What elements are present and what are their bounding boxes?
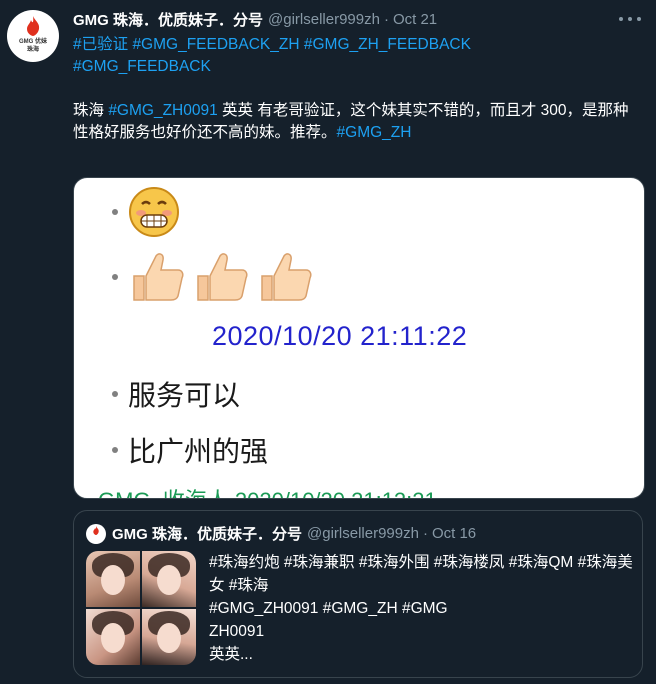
grinning-face-icon — [129, 187, 179, 237]
separator-dot: · — [383, 10, 389, 28]
separator-dot: · — [422, 525, 428, 542]
chat-timestamp: 2020/10/20 21:11:22 — [212, 321, 468, 351]
media-row-smiley — [112, 186, 180, 238]
quote-author-name: GMG 珠海．优质妹子．分号 — [112, 526, 302, 543]
quote-photo — [86, 609, 140, 665]
quote-text-line: 英英... — [209, 646, 253, 663]
hashtag-link[interactable]: #GMG_ZH_FEEDBACK — [304, 36, 471, 53]
tweet-date[interactable]: Oct 21 — [393, 11, 437, 28]
quote-media-grid — [86, 551, 196, 665]
quote-author-avatar — [86, 523, 106, 544]
body-prefix: 珠海 — [73, 102, 109, 119]
chat-cut-line: GMG_收海人 2020/10/20 21:12:21 — [98, 483, 437, 498]
thumbs-up-icon — [261, 253, 312, 301]
quote-header: GMG 珠海．优质妹子．分号 @girlseller999zh · Oct 16 — [86, 523, 476, 544]
thumbs-up-icon — [197, 253, 248, 301]
bullet-dot — [112, 274, 118, 280]
chat-line-service: 服务可以 — [128, 379, 241, 412]
hashtag-link[interactable]: #GMG_FEEDBACK — [73, 58, 211, 75]
author-name[interactable]: GMG 珠海．优质妹子．分号 — [73, 9, 263, 30]
flame-logo-icon — [93, 525, 99, 535]
tweet-text: #已验证 #GMG_FEEDBACK_ZH #GMG_ZH_FEEDBACK #… — [73, 34, 638, 144]
media-row-compare: 比广州的强 — [112, 430, 268, 470]
quote-date: Oct 16 — [431, 525, 477, 542]
bullet-dot — [112, 391, 118, 397]
hashtag-line-1: #已验证 #GMG_FEEDBACK_ZH #GMG_ZH_FEEDBACK — [73, 34, 638, 56]
avatar-logo-subtext: 珠海 — [26, 47, 39, 53]
avatar-logo-text: GMG 优妹 — [19, 39, 47, 45]
media-row-thumbs — [112, 248, 320, 306]
bullet-dot — [112, 447, 118, 453]
more-options-icon[interactable] — [619, 14, 641, 24]
quote-text-line: #GMG_ZH0091 #GMG_ZH #GMG — [209, 600, 448, 617]
tweet-header: GMG 珠海．优质妹子．分号 @girlseller999zh · Oct 21 — [73, 8, 437, 30]
quote-author-handle: @girlseller999zh — [307, 525, 419, 542]
quote-text: #珠海约炮 #珠海兼职 #珠海外围 #珠海楼凤 #珠海QM #珠海美女 #珠海 … — [209, 551, 634, 666]
tweet-body: 珠海 #GMG_ZH0091 英英 有老哥验证，这个妹其实不错的，而且才 300… — [73, 100, 638, 144]
flame-logo-icon — [27, 16, 40, 36]
quote-text-line: #珠海约炮 #珠海兼职 #珠海外围 #珠海楼凤 #珠海QM #珠海美女 #珠海 — [209, 554, 633, 594]
quote-text-line: ZH0091 — [209, 623, 265, 640]
quote-photo — [142, 551, 196, 607]
thumbs-up-icon — [133, 253, 184, 301]
chat-line-compare: 比广州的强 — [128, 435, 269, 468]
hashtag-line-2: #GMG_FEEDBACK — [73, 56, 638, 78]
author-avatar[interactable]: GMG 优妹 珠海 — [7, 10, 59, 62]
hashtag-link[interactable]: #GMG_ZH0091 — [108, 102, 217, 119]
quoted-tweet[interactable]: GMG 珠海．优质妹子．分号 @girlseller999zh · Oct 16… — [73, 510, 643, 678]
quote-photo — [86, 551, 140, 607]
tweet-media-image[interactable]: 2020/10/20 21:11:22 服务可以 比广州的强 GMG_收海人 2… — [73, 177, 645, 499]
media-row-service: 服务可以 — [112, 374, 240, 414]
bullet-dot — [112, 209, 118, 215]
author-handle[interactable]: @girlseller999zh — [268, 11, 380, 28]
hashtag-link[interactable]: #GMG_FEEDBACK_ZH — [132, 36, 299, 53]
hashtag-link[interactable]: #GMG_ZH — [337, 124, 412, 141]
hashtag-link[interactable]: #已验证 — [73, 36, 128, 53]
quote-photo — [142, 609, 196, 665]
